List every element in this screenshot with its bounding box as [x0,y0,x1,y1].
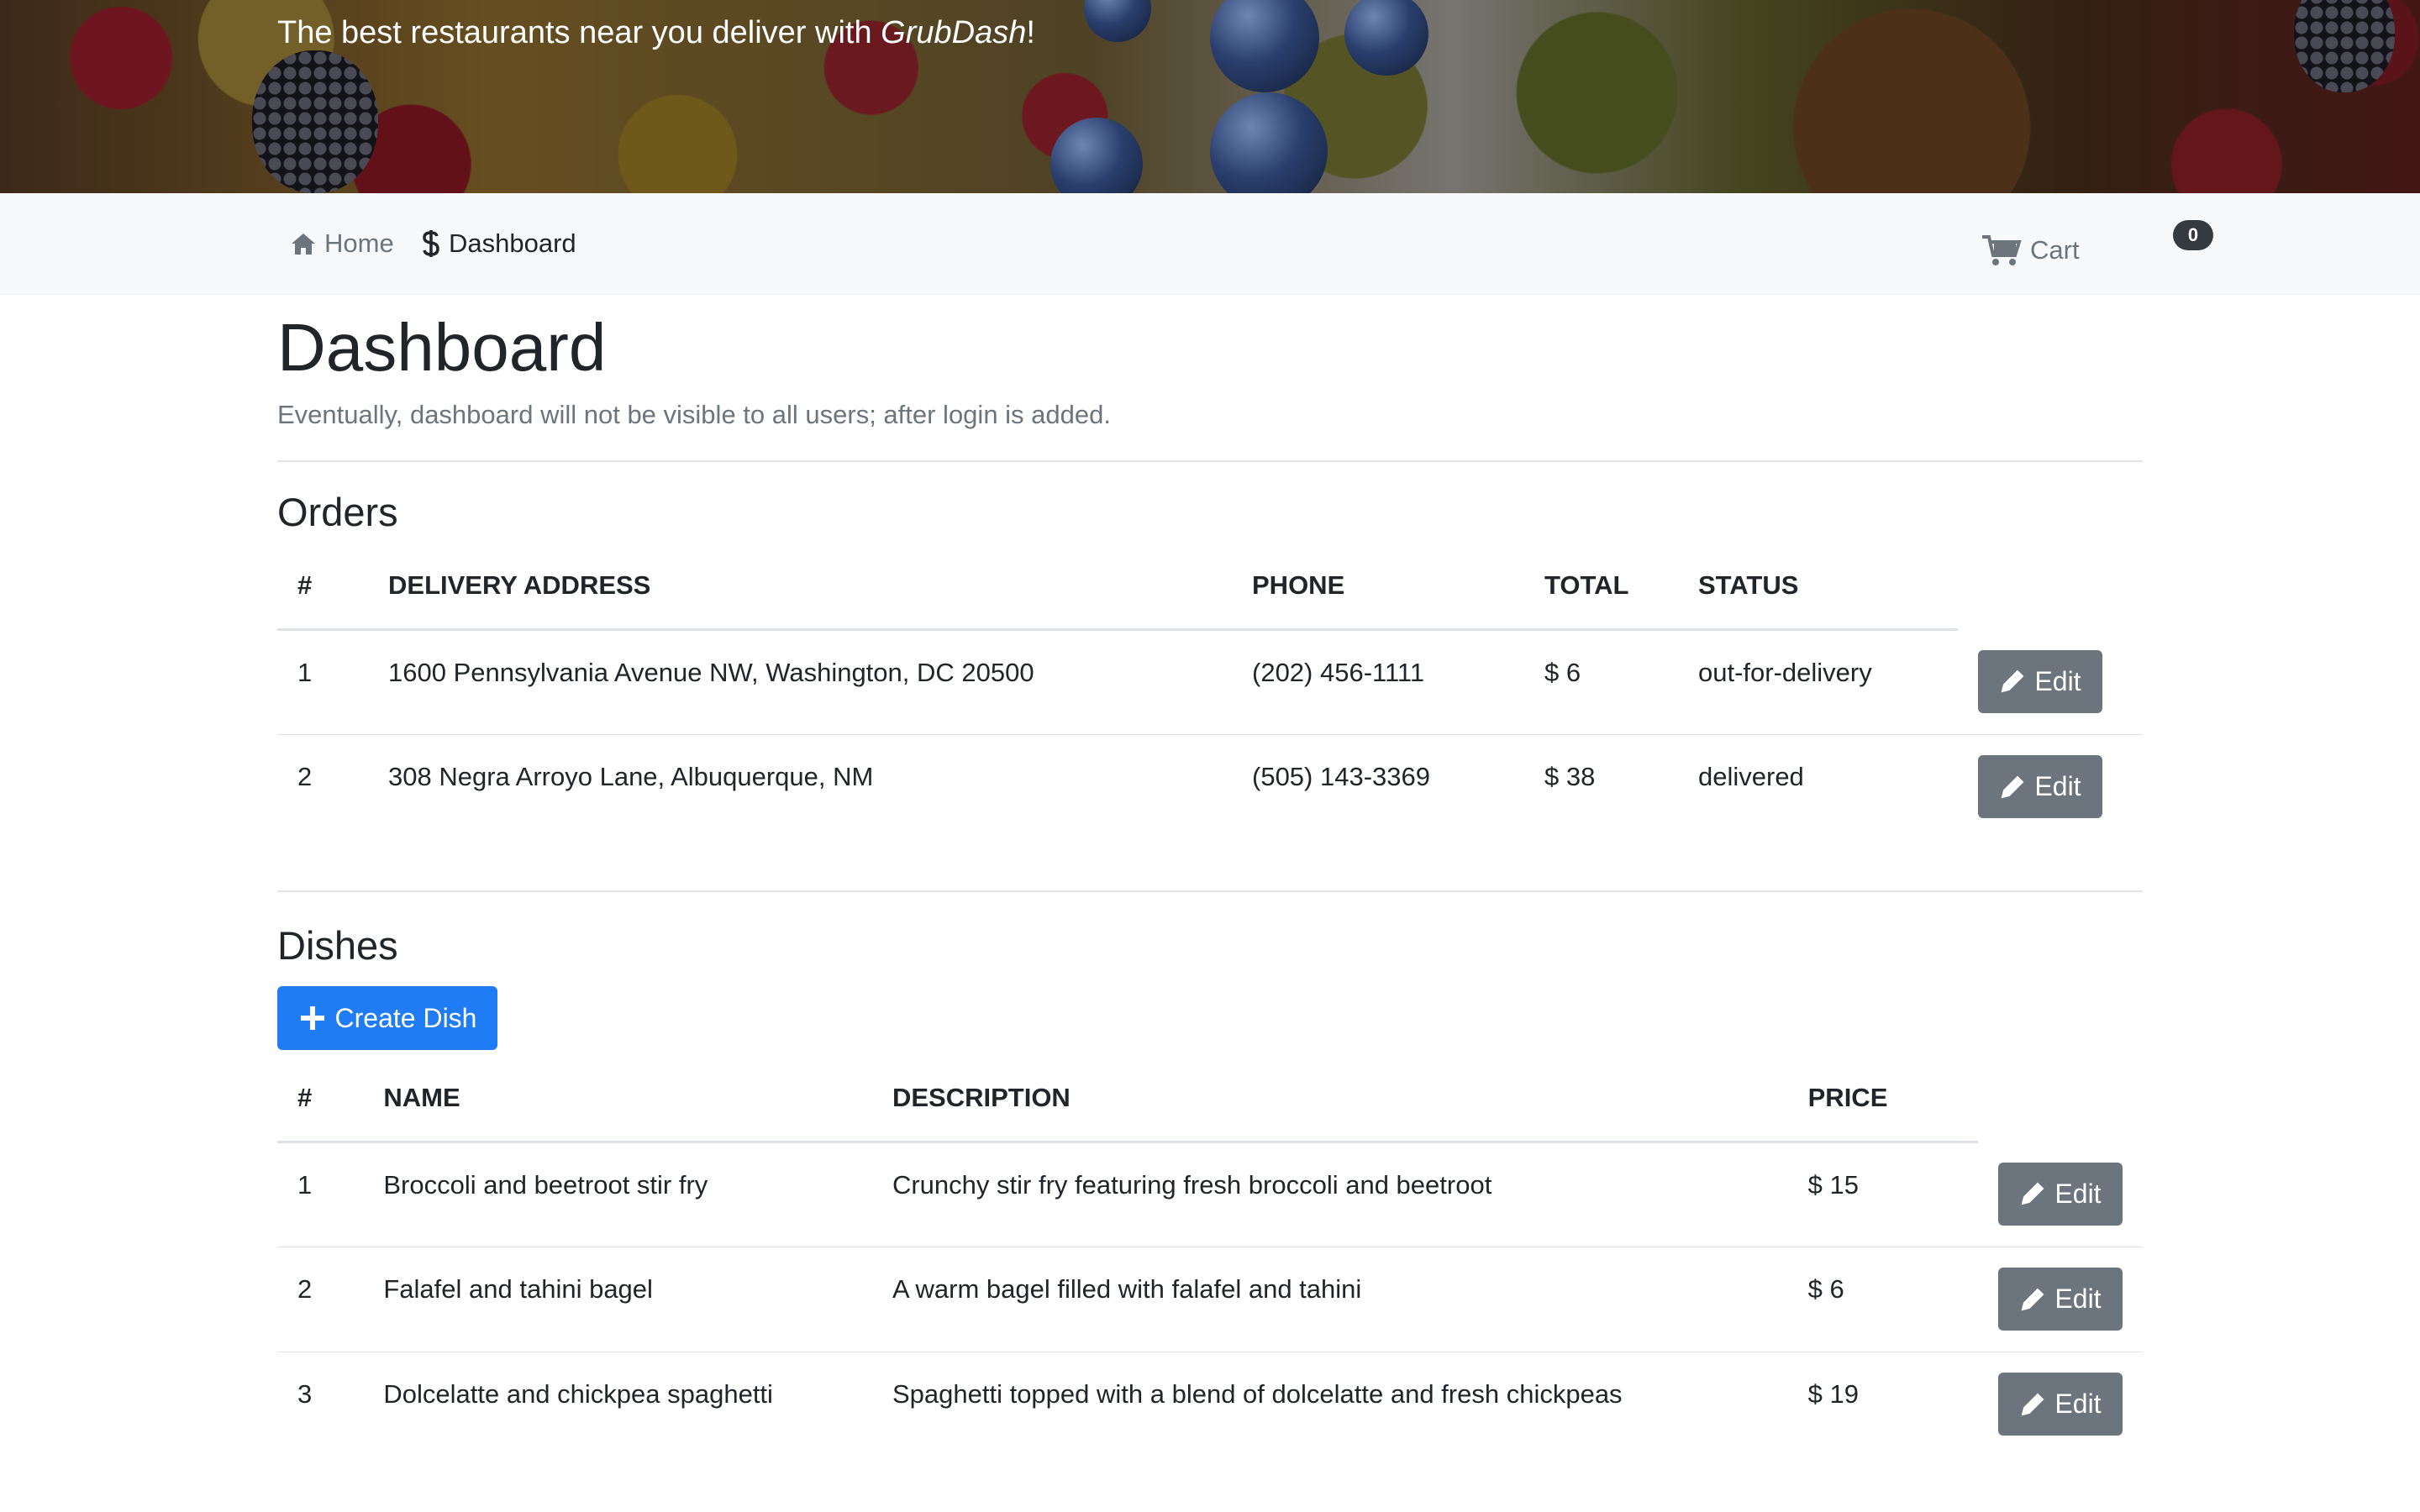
hero-brand: GrubDash [881,15,1027,50]
dish-price: $ 6 [1787,1247,1978,1352]
blueberry-decoration [1344,0,1428,76]
edit-order-button[interactable]: Edit [1978,755,2102,819]
nav-dashboard-link[interactable]: Dashboard [422,193,576,294]
plus-icon [300,1006,324,1031]
edit-label: Edit [2054,1389,2102,1420]
orders-col-phone: PHONE [1232,543,1524,632]
dishes-col-actions [1978,1055,2143,1142]
hero-tagline: The best restaurants near you deliver wi… [277,15,1035,51]
orders-title: Orders [277,490,398,534]
nav-home-label: Home [324,228,394,258]
table-row: 1 1600 Pennsylvania Avenue NW, Washingto… [277,630,2143,735]
table-row: 3 Dolcelatte and chickpea spaghetti Spag… [277,1352,2143,1457]
edit-label: Edit [2034,665,2081,696]
page-subtitle: Eventually, dashboard will not be visibl… [277,400,1111,429]
main-content: Dashboard Eventually, dashboard will not… [277,294,2143,1457]
dish-price: $ 19 [1787,1352,1978,1457]
orders-table: # DELIVERY ADDRESS PHONE TOTAL STATUS 1 … [277,543,2143,840]
dish-actions: Edit [1978,1352,2143,1457]
order-address: 1600 Pennsylvania Avenue NW, Washington,… [388,658,1034,688]
order-total: $ 6 [1544,658,1581,688]
hero-text-after: ! [1026,15,1035,50]
order-status: delivered [1678,734,1958,840]
dishes-col-name: NAME [363,1055,872,1144]
edit-order-button[interactable]: Edit [1978,649,2102,713]
dishes-col-description: DESCRIPTION [871,1055,1788,1144]
divider [277,890,2143,892]
home-icon [292,234,315,255]
pencil-icon [2002,669,2024,693]
create-dish-button[interactable]: Create Dish [277,986,497,1051]
dishes-col-price: PRICE [1787,1055,1978,1144]
divider [277,460,2143,462]
orders-col-actions [1958,543,2143,630]
dish-num: 1 [297,1170,313,1200]
dish-name: Dolcelatte and chickpea spaghetti [363,1352,872,1457]
navbar: Home Dashboard Cart [0,193,2420,295]
dish-actions: Edit [1978,1142,2143,1247]
nav-home-link[interactable]: Home [291,193,394,294]
dish-description: A warm bagel filled with falafel and tah… [871,1247,1788,1352]
order-phone: (505) 143-3369 [1232,734,1524,840]
order-actions: Edit [1958,734,2143,840]
order-phone: (202) 456-1111 [1252,658,1425,688]
dishes-title: Dishes [277,922,398,968]
hero-text-before: The best restaurants near you deliver wi… [277,15,881,50]
pencil-icon [2022,1182,2044,1205]
dish-price: $ 15 [1807,1170,1859,1200]
dishes-header-row: # NAME DESCRIPTION PRICE [277,1055,2143,1144]
orders-col-num: # [277,543,368,632]
dishes-col-num: # [277,1055,364,1144]
dish-num: 2 [277,1247,364,1352]
edit-dish-button[interactable]: Edit [1998,1162,2123,1226]
blueberry-decoration [1210,0,1319,92]
create-dish-label: Create Dish [334,1002,477,1033]
edit-label: Edit [2054,1178,2102,1209]
table-row: 2 308 Negra Arroyo Lane, Albuquerque, NM… [277,734,2143,840]
nav-dashboard-label: Dashboard [449,228,576,258]
blueberry-decoration [1210,92,1328,193]
pencil-icon [2022,1288,2044,1311]
edit-dish-button[interactable]: Edit [1998,1373,2123,1436]
hero-banner: The best restaurants near you deliver wi… [0,0,2420,193]
order-actions: Edit [1958,630,2143,735]
cart-count-badge: 0 [2173,220,2213,250]
orders-header-row: # DELIVERY ADDRESS PHONE TOTAL STATUS [277,543,2143,632]
dish-name: Falafel and tahini bagel [363,1247,872,1352]
blueberry-decoration [1050,118,1143,193]
nav-cart-label: Cart [2030,235,2080,265]
dish-num: 3 [277,1352,364,1457]
pencil-icon [2002,775,2024,799]
orders-col-total: TOTAL [1524,543,1678,632]
dish-description: Crunchy stir fry featuring fresh broccol… [892,1170,1492,1200]
order-num: 1 [297,658,313,688]
edit-label: Edit [2034,771,2081,802]
blackberry-decoration [252,50,378,193]
orders-col-address: DELIVERY ADDRESS [368,543,1232,632]
order-num: 2 [277,734,368,840]
order-address: 308 Negra Arroyo Lane, Albuquerque, NM [368,734,1232,840]
edit-label: Edit [2054,1284,2102,1315]
dollar-icon [423,230,439,257]
dishes-table: # NAME DESCRIPTION PRICE 1 Broccoli and … [277,1055,2143,1457]
nav-cart-link[interactable]: Cart [1981,200,2080,301]
dish-description: Spaghetti topped with a blend of dolcela… [871,1352,1788,1457]
order-status: out-for-delivery [1698,658,1872,688]
order-total: $ 38 [1524,734,1678,840]
dish-actions: Edit [1978,1247,2143,1352]
blackberry-decoration [2294,0,2395,92]
blueberry-decoration [1084,0,1151,42]
page-title: Dashboard [277,310,607,385]
table-row: 2 Falafel and tahini bagel A warm bagel … [277,1247,2143,1352]
dish-name: Broccoli and beetroot stir fry [383,1170,708,1200]
cart-icon [1982,235,2022,265]
edit-dish-button[interactable]: Edit [1998,1268,2123,1331]
table-row: 1 Broccoli and beetroot stir fry Crunchy… [277,1142,2143,1247]
pencil-icon [2022,1393,2044,1416]
orders-col-status: STATUS [1678,543,1958,632]
